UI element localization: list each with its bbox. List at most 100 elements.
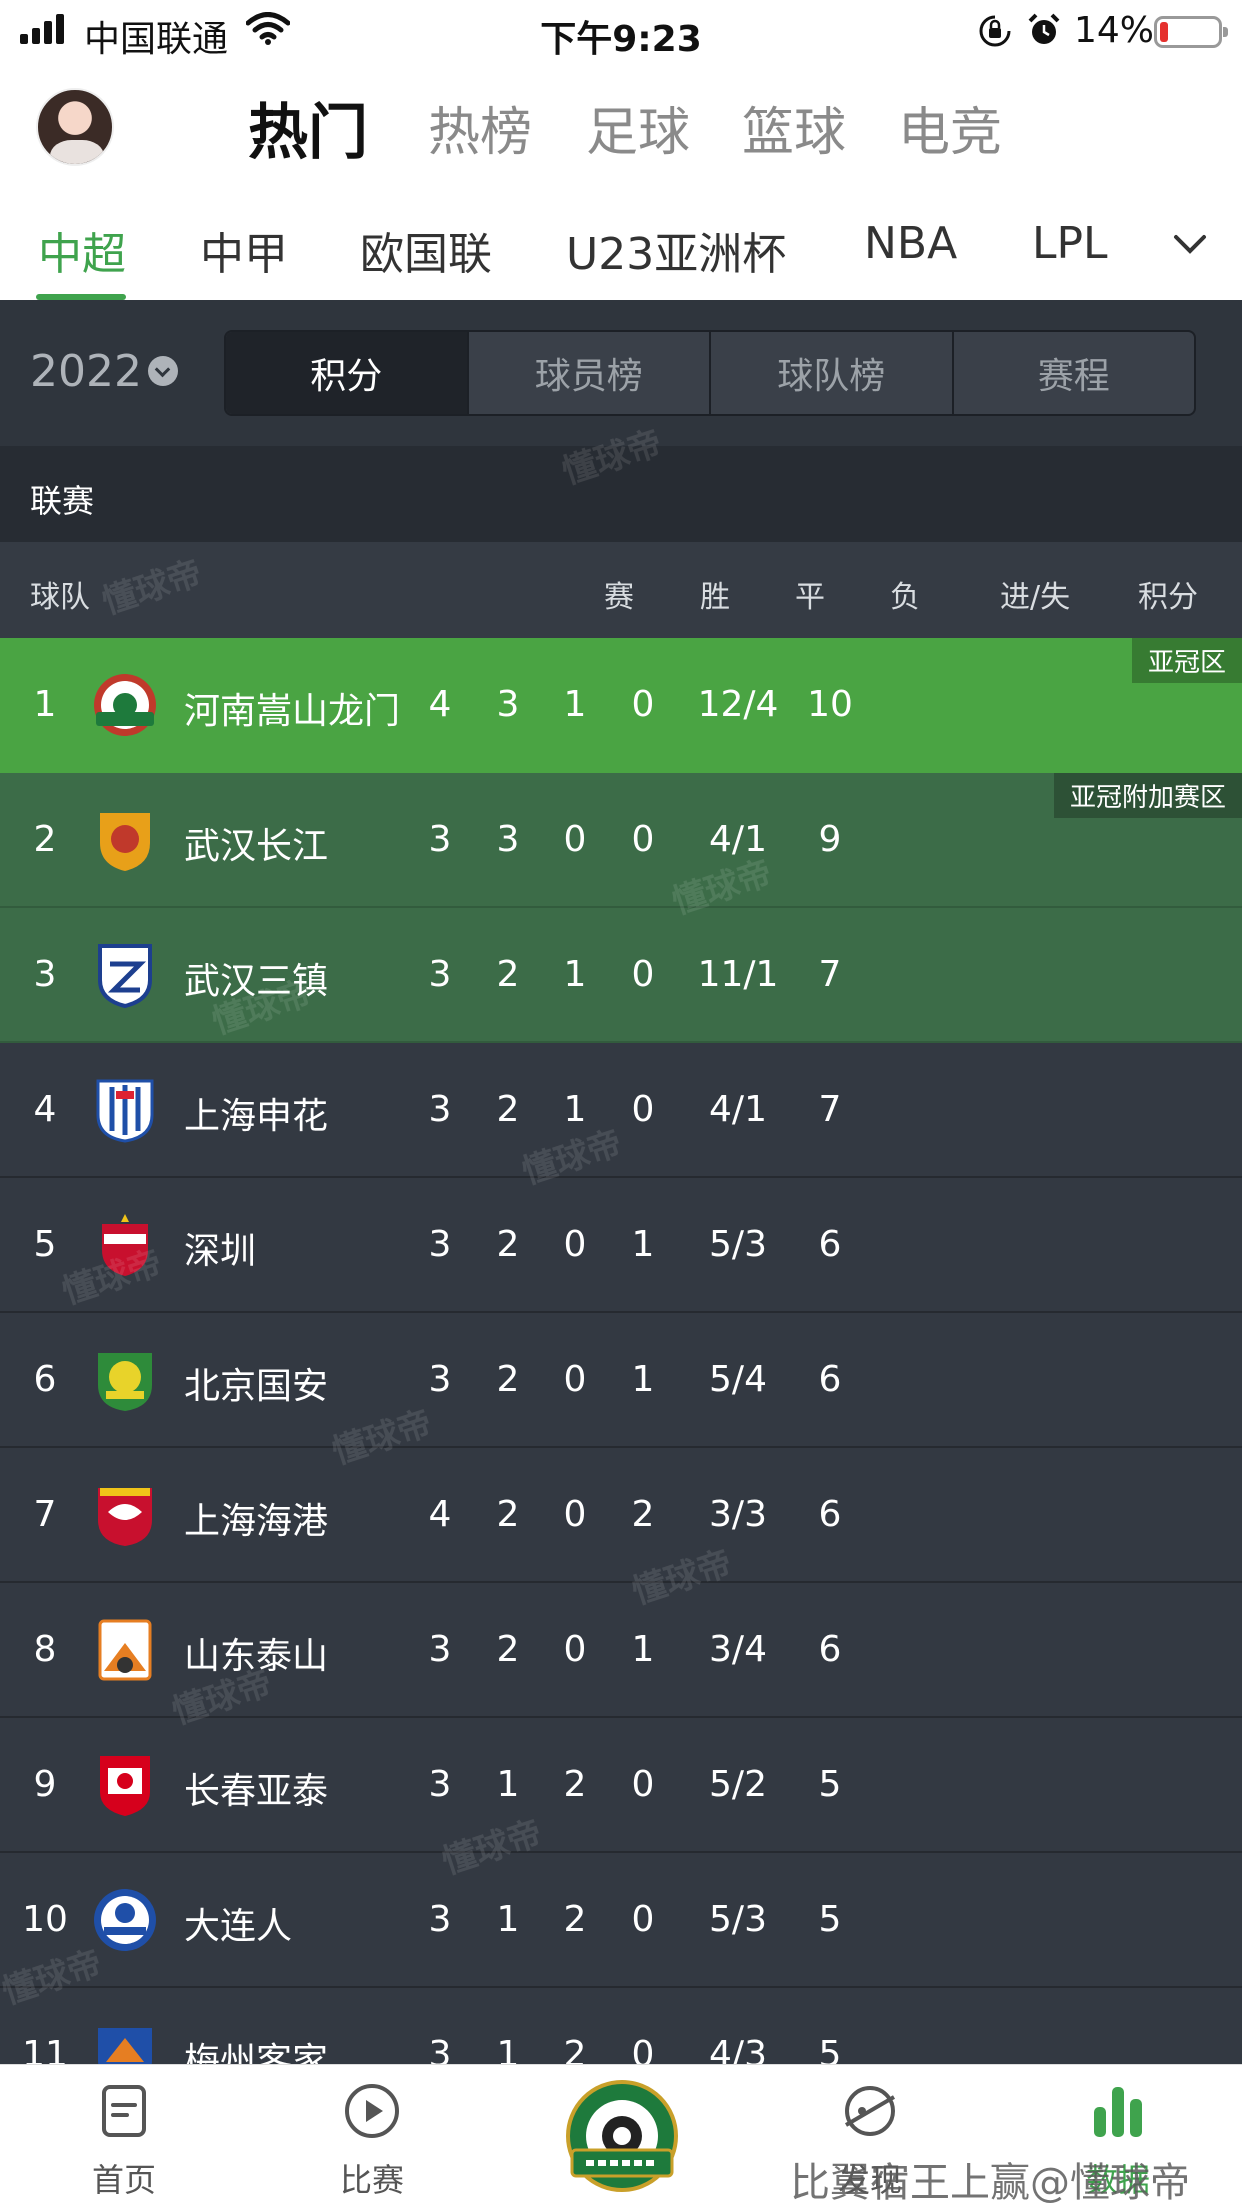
segment-team-rank[interactable]: 球队榜 xyxy=(709,332,952,414)
source-credit: 比翼宿王上赢@懂球帝 xyxy=(790,2160,1190,2206)
table-row[interactable]: 6 北京国安 3 2 0 1 5/4 6 xyxy=(0,1313,1242,1448)
points-cell: 7 xyxy=(818,1089,842,1130)
col-played: 赛 xyxy=(604,580,634,615)
goals-cell: 5/3 xyxy=(709,1224,767,1265)
zone-tag-afc-playoff: 亚冠附加赛区 xyxy=(1053,773,1242,818)
play-icon xyxy=(345,2084,399,2138)
avatar[interactable] xyxy=(36,88,114,166)
points-cell: 10 xyxy=(807,684,853,725)
team-name: 深圳 xyxy=(184,1231,257,1272)
league-tab-lpl[interactable]: LPL xyxy=(1032,218,1108,269)
team-name: 长春亚泰 xyxy=(184,1771,329,1812)
col-lost: 负 xyxy=(890,580,920,615)
table-row[interactable]: 5 深圳 3 2 0 1 5/3 6 xyxy=(0,1178,1242,1313)
rank-cell: 2 xyxy=(33,819,57,860)
lost-cell: 0 xyxy=(631,1899,655,1940)
table-row[interactable]: 1 河南嵩山龙门 4 3 1 0 12/4 10 亚冠区 xyxy=(0,638,1242,773)
segment-standings[interactable]: 积分 xyxy=(226,332,467,414)
battery-level-fill xyxy=(1160,22,1168,42)
goals-cell: 3/3 xyxy=(709,1494,767,1535)
team-name: 上海海港 xyxy=(184,1501,329,1542)
battery-icon xyxy=(1154,16,1228,48)
rank-cell: 6 xyxy=(33,1359,57,1400)
segmented-control: 积分 球员榜 球队榜 赛程 xyxy=(224,330,1196,416)
lost-cell: 2 xyxy=(631,1494,655,1535)
home-document-icon xyxy=(102,2085,146,2137)
henan-club-crest-button[interactable] xyxy=(566,2080,678,2192)
tab-home-label: 首页 xyxy=(91,2161,156,2199)
team-name: 武汉长江 xyxy=(184,826,329,867)
goals-cell: 12/4 xyxy=(697,684,779,725)
wuhan-changjiang-crest-icon xyxy=(100,813,150,871)
tab-home[interactable]: 首页 xyxy=(44,2065,204,2208)
points-cell: 5 xyxy=(818,1899,842,1940)
tab-hot[interactable]: 热门 xyxy=(248,84,368,171)
goals-cell: 5/4 xyxy=(709,1359,767,1400)
table-row[interactable]: 3 武汉三镇 3 2 1 0 11/1 7 xyxy=(0,908,1242,1043)
lost-cell: 1 xyxy=(631,1359,655,1400)
points-cell: 7 xyxy=(818,954,842,995)
status-bar: 中国联通 下午9:23 14% xyxy=(0,0,1242,62)
team-name: 河南嵩山龙门 xyxy=(184,691,401,732)
lost-cell: 1 xyxy=(631,1224,655,1265)
rank-cell: 7 xyxy=(33,1494,57,1535)
tab-football[interactable]: 足球 xyxy=(586,90,690,165)
rank-cell: 9 xyxy=(33,1764,57,1805)
rank-cell: 4 xyxy=(33,1089,57,1130)
tab-hot-list[interactable]: 热榜 xyxy=(428,90,532,165)
table-row[interactable]: 9 长春亚泰 3 1 2 0 5/2 5 xyxy=(0,1718,1242,1853)
table-row[interactable]: 10 大连人 3 1 2 0 5/3 5 xyxy=(0,1853,1242,1988)
table-row[interactable]: 2 武汉长江 3 3 0 0 4/1 9 亚冠附加赛区 xyxy=(0,773,1242,908)
lost-cell: 0 xyxy=(631,684,655,725)
goals-cell: 11/1 xyxy=(697,954,779,995)
goals-cell: 4/1 xyxy=(709,1089,767,1130)
league-tab-u23-asian-cup[interactable]: U23亚洲杯 xyxy=(566,218,786,282)
team-name: 上海申花 xyxy=(184,1096,329,1137)
rank-cell: 10 xyxy=(22,1899,68,1940)
bar-chart-icon xyxy=(1094,2087,1142,2137)
dalian-crest-icon xyxy=(94,1889,156,1951)
col-team: 球队 xyxy=(30,580,90,615)
section-title: 联赛 xyxy=(30,482,95,520)
tab-esports[interactable]: 电竞 xyxy=(898,90,1002,165)
league-tab-league-one[interactable]: 中甲 xyxy=(200,218,288,282)
col-points: 积分 xyxy=(1138,580,1198,615)
chevron-down-circle-icon[interactable] xyxy=(148,356,178,386)
rank-cell: 1 xyxy=(33,684,57,725)
henan-crest-icon xyxy=(94,674,156,736)
points-cell: 6 xyxy=(818,1494,842,1535)
team-name: 北京国安 xyxy=(184,1366,329,1407)
segment-player-rank[interactable]: 球员榜 xyxy=(466,332,710,414)
tab-basketball[interactable]: 篮球 xyxy=(742,90,846,165)
col-goals: 进/失 xyxy=(1000,580,1071,615)
segment-schedule[interactable]: 赛程 xyxy=(951,332,1195,414)
table-row[interactable]: 7 上海海港 4 2 0 2 3/3 6 xyxy=(0,1448,1242,1583)
points-cell: 6 xyxy=(818,1224,842,1265)
chevron-down-icon[interactable] xyxy=(1168,222,1212,266)
goals-cell: 3/4 xyxy=(709,1629,767,1670)
lost-cell: 0 xyxy=(631,1764,655,1805)
points-cell: 6 xyxy=(818,1359,842,1400)
rotation-lock-icon xyxy=(979,15,1011,47)
goals-cell: 5/3 xyxy=(709,1899,767,1940)
tab-matches[interactable]: 比赛 xyxy=(292,2065,452,2208)
season-selector[interactable]: 2022 xyxy=(30,346,142,397)
planet-icon xyxy=(844,2086,896,2136)
points-cell: 6 xyxy=(818,1629,842,1670)
wuhan-sanzhen-crest-icon xyxy=(98,944,152,1008)
league-tab-nations-league[interactable]: 欧国联 xyxy=(360,218,492,282)
league-tab-nba[interactable]: NBA xyxy=(864,218,957,269)
standings-controls: 2022 积分 球员榜 球队榜 赛程 xyxy=(0,300,1242,446)
alarm-icon xyxy=(1028,13,1060,44)
league-tabs: 中超 中甲 欧国联 U23亚洲杯 NBA LPL xyxy=(0,190,1242,300)
rank-cell: 3 xyxy=(33,954,57,995)
tab-matches-label: 比赛 xyxy=(339,2161,404,2199)
points-cell: 9 xyxy=(818,819,842,860)
lost-cell: 0 xyxy=(631,819,655,860)
yatai-crest-icon xyxy=(100,1756,150,1816)
points-cell: 5 xyxy=(818,1764,842,1805)
haigang-crest-icon xyxy=(98,1488,152,1546)
league-tab-csl[interactable]: 中超 xyxy=(38,218,126,282)
top-nav: 热门 热榜 足球 篮球 电竞 xyxy=(0,62,1242,190)
goals-cell: 5/2 xyxy=(709,1764,767,1805)
